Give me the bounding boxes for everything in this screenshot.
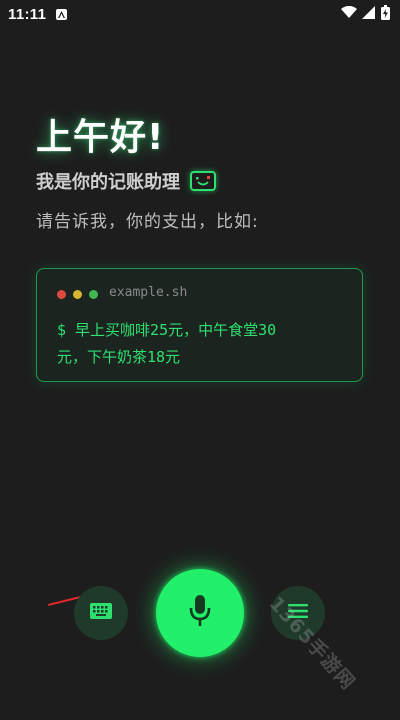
microphone-button[interactable] — [156, 569, 244, 657]
status-time: 11:11 — [8, 5, 47, 23]
example-filename: example.sh — [109, 285, 188, 300]
microphone-icon — [189, 595, 211, 631]
example-card: example.sh $ 早上买咖啡25元，中午食堂30 元，下午奶茶18元 — [36, 268, 363, 382]
robot-face-icon — [190, 171, 216, 191]
window-dots — [57, 290, 98, 299]
example-command: $ 早上买咖啡25元，中午食堂30 元，下午奶茶18元 — [57, 317, 347, 371]
red-dot-icon — [57, 290, 66, 299]
instruction-text: 请告诉我，你的支出，比如: — [36, 212, 259, 232]
example-command-line1: $ 早上买咖啡25元，中午食堂30 — [57, 321, 277, 339]
assistant-title: 我是你的记账助理 — [36, 172, 180, 193]
battery-charging-icon — [381, 4, 390, 24]
green-dot-icon — [89, 290, 98, 299]
keyboard-icon — [90, 603, 112, 623]
signal-icon — [362, 5, 376, 23]
status-right — [341, 4, 390, 24]
status-left: 11:11 — [8, 5, 68, 23]
assistant-row: 我是你的记账助理 — [36, 168, 216, 194]
wifi-icon — [341, 5, 357, 23]
yellow-dot-icon — [73, 290, 82, 299]
example-command-line2: 元，下午奶茶18元 — [57, 348, 181, 366]
keyboard-button[interactable] — [74, 586, 128, 640]
notification-a-icon — [56, 8, 68, 20]
status-bar: 11:11 — [0, 0, 400, 28]
greeting-title: 上午好! — [36, 117, 165, 158]
